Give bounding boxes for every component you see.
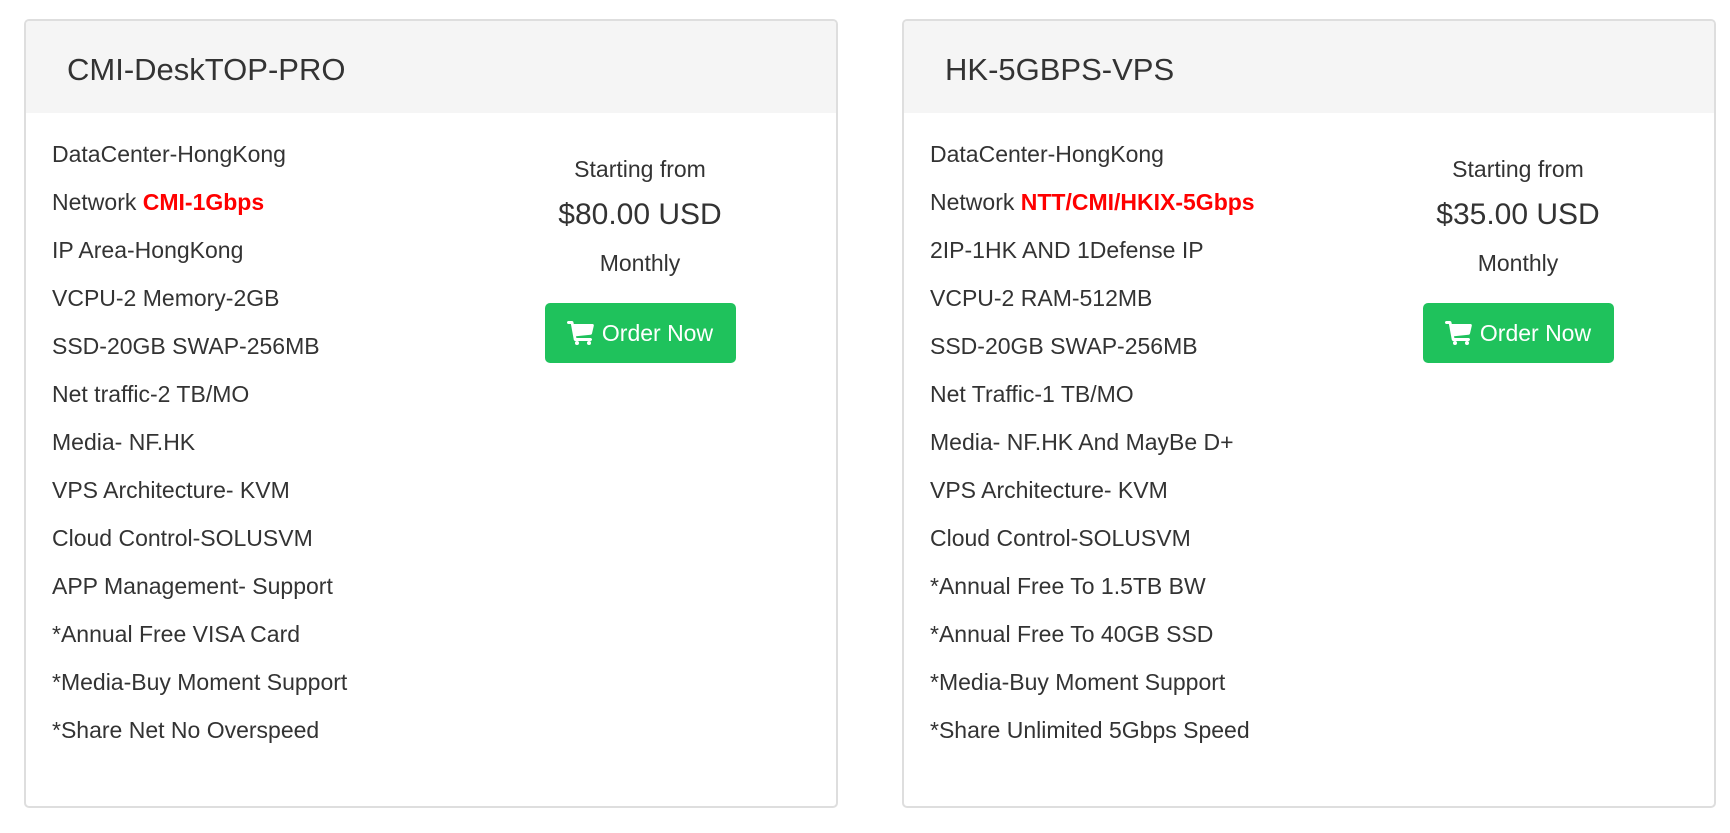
product-title: HK-5GBPS-VPS (945, 51, 1175, 87)
order-now-label: Order Now (1479, 319, 1592, 346)
pricing-panel: Starting from $35.00 USD Monthly Order N… (1364, 153, 1672, 363)
feature-item: SSD-20GB SWAP-256MB (930, 333, 1198, 359)
feature-item: VCPU-2 RAM-512MB (930, 285, 1153, 311)
card-header: CMI-DeskTOP-PRO (26, 21, 836, 113)
feature-item: VCPU-2 Memory-2GB (52, 285, 280, 311)
product-card-hk-5gbps-vps: HK-5GBPS-VPS DataCenter-HongKong Network… (902, 19, 1716, 808)
network-highlight: NTT/CMI/HKIX-5Gbps (1020, 189, 1255, 215)
feature-item: SSD-20GB SWAP-256MB (52, 333, 320, 359)
feature-item: *Media-Buy Moment Support (930, 669, 1226, 695)
feature-item: DataCenter-HongKong (930, 141, 1164, 167)
shopping-cart-icon (1444, 321, 1472, 345)
feature-item: *Annual Free VISA Card (52, 621, 301, 647)
feature-item: APP Management- Support (52, 573, 333, 599)
feature-item: VPS Architecture- KVM (52, 477, 290, 503)
feature-item: *Annual Free To 1.5TB BW (930, 573, 1206, 599)
order-now-button[interactable]: Order Now (544, 303, 736, 363)
feature-list: DataCenter-HongKong Network CMI-1Gbps IP… (52, 130, 347, 754)
feature-item: Net Traffic-1 TB/MO (930, 381, 1134, 407)
feature-item: *Share Net No Overspeed (52, 717, 320, 743)
price: $80.00 USD (558, 198, 722, 231)
feature-item: Cloud Control-SOLUSVM (52, 525, 313, 551)
feature-item: Cloud Control-SOLUSVM (930, 525, 1191, 551)
price: $35.00 USD (1436, 198, 1600, 231)
feature-item-network: Network CMI-1Gbps (52, 189, 265, 215)
product-title: CMI-DeskTOP-PRO (67, 51, 346, 87)
pricing-panel: Starting from $80.00 USD Monthly Order N… (486, 153, 794, 363)
card-body: DataCenter-HongKong Network CMI-1Gbps IP… (26, 113, 836, 806)
feature-item: IP Area-HongKong (52, 237, 244, 263)
feature-item: *Media-Buy Moment Support (52, 669, 348, 695)
order-now-button[interactable]: Order Now (1422, 303, 1614, 363)
feature-item: DataCenter-HongKong (52, 141, 286, 167)
feature-item: Media- NF.HK And MayBe D+ (930, 429, 1234, 455)
card-header: HK-5GBPS-VPS (904, 21, 1714, 113)
billing-cycle: Monthly (1477, 250, 1559, 276)
feature-item: *Annual Free To 40GB SSD (930, 621, 1214, 647)
feature-item: Net traffic-2 TB/MO (52, 381, 250, 407)
starting-from-label: Starting from (1452, 156, 1584, 182)
feature-item: Media- NF.HK (52, 429, 196, 455)
billing-cycle: Monthly (599, 250, 681, 276)
order-now-label: Order Now (601, 319, 714, 346)
feature-list: DataCenter-HongKong Network NTT/CMI/HKIX… (930, 130, 1255, 754)
card-body: DataCenter-HongKong Network NTT/CMI/HKIX… (904, 113, 1714, 806)
feature-item: 2IP-1HK AND 1Defense IP (930, 237, 1204, 263)
network-highlight: CMI-1Gbps (142, 189, 265, 215)
shopping-cart-icon (566, 321, 594, 345)
feature-item-network: Network NTT/CMI/HKIX-5Gbps (930, 189, 1255, 215)
feature-item: *Share Unlimited 5Gbps Speed (930, 717, 1250, 743)
starting-from-label: Starting from (574, 156, 706, 182)
pricing-page: CMI-DeskTOP-PRO DataCenter-HongKong Netw… (0, 0, 1730, 833)
feature-item: VPS Architecture- KVM (930, 477, 1168, 503)
product-card-cmi-desktop-pro: CMI-DeskTOP-PRO DataCenter-HongKong Netw… (24, 19, 838, 808)
